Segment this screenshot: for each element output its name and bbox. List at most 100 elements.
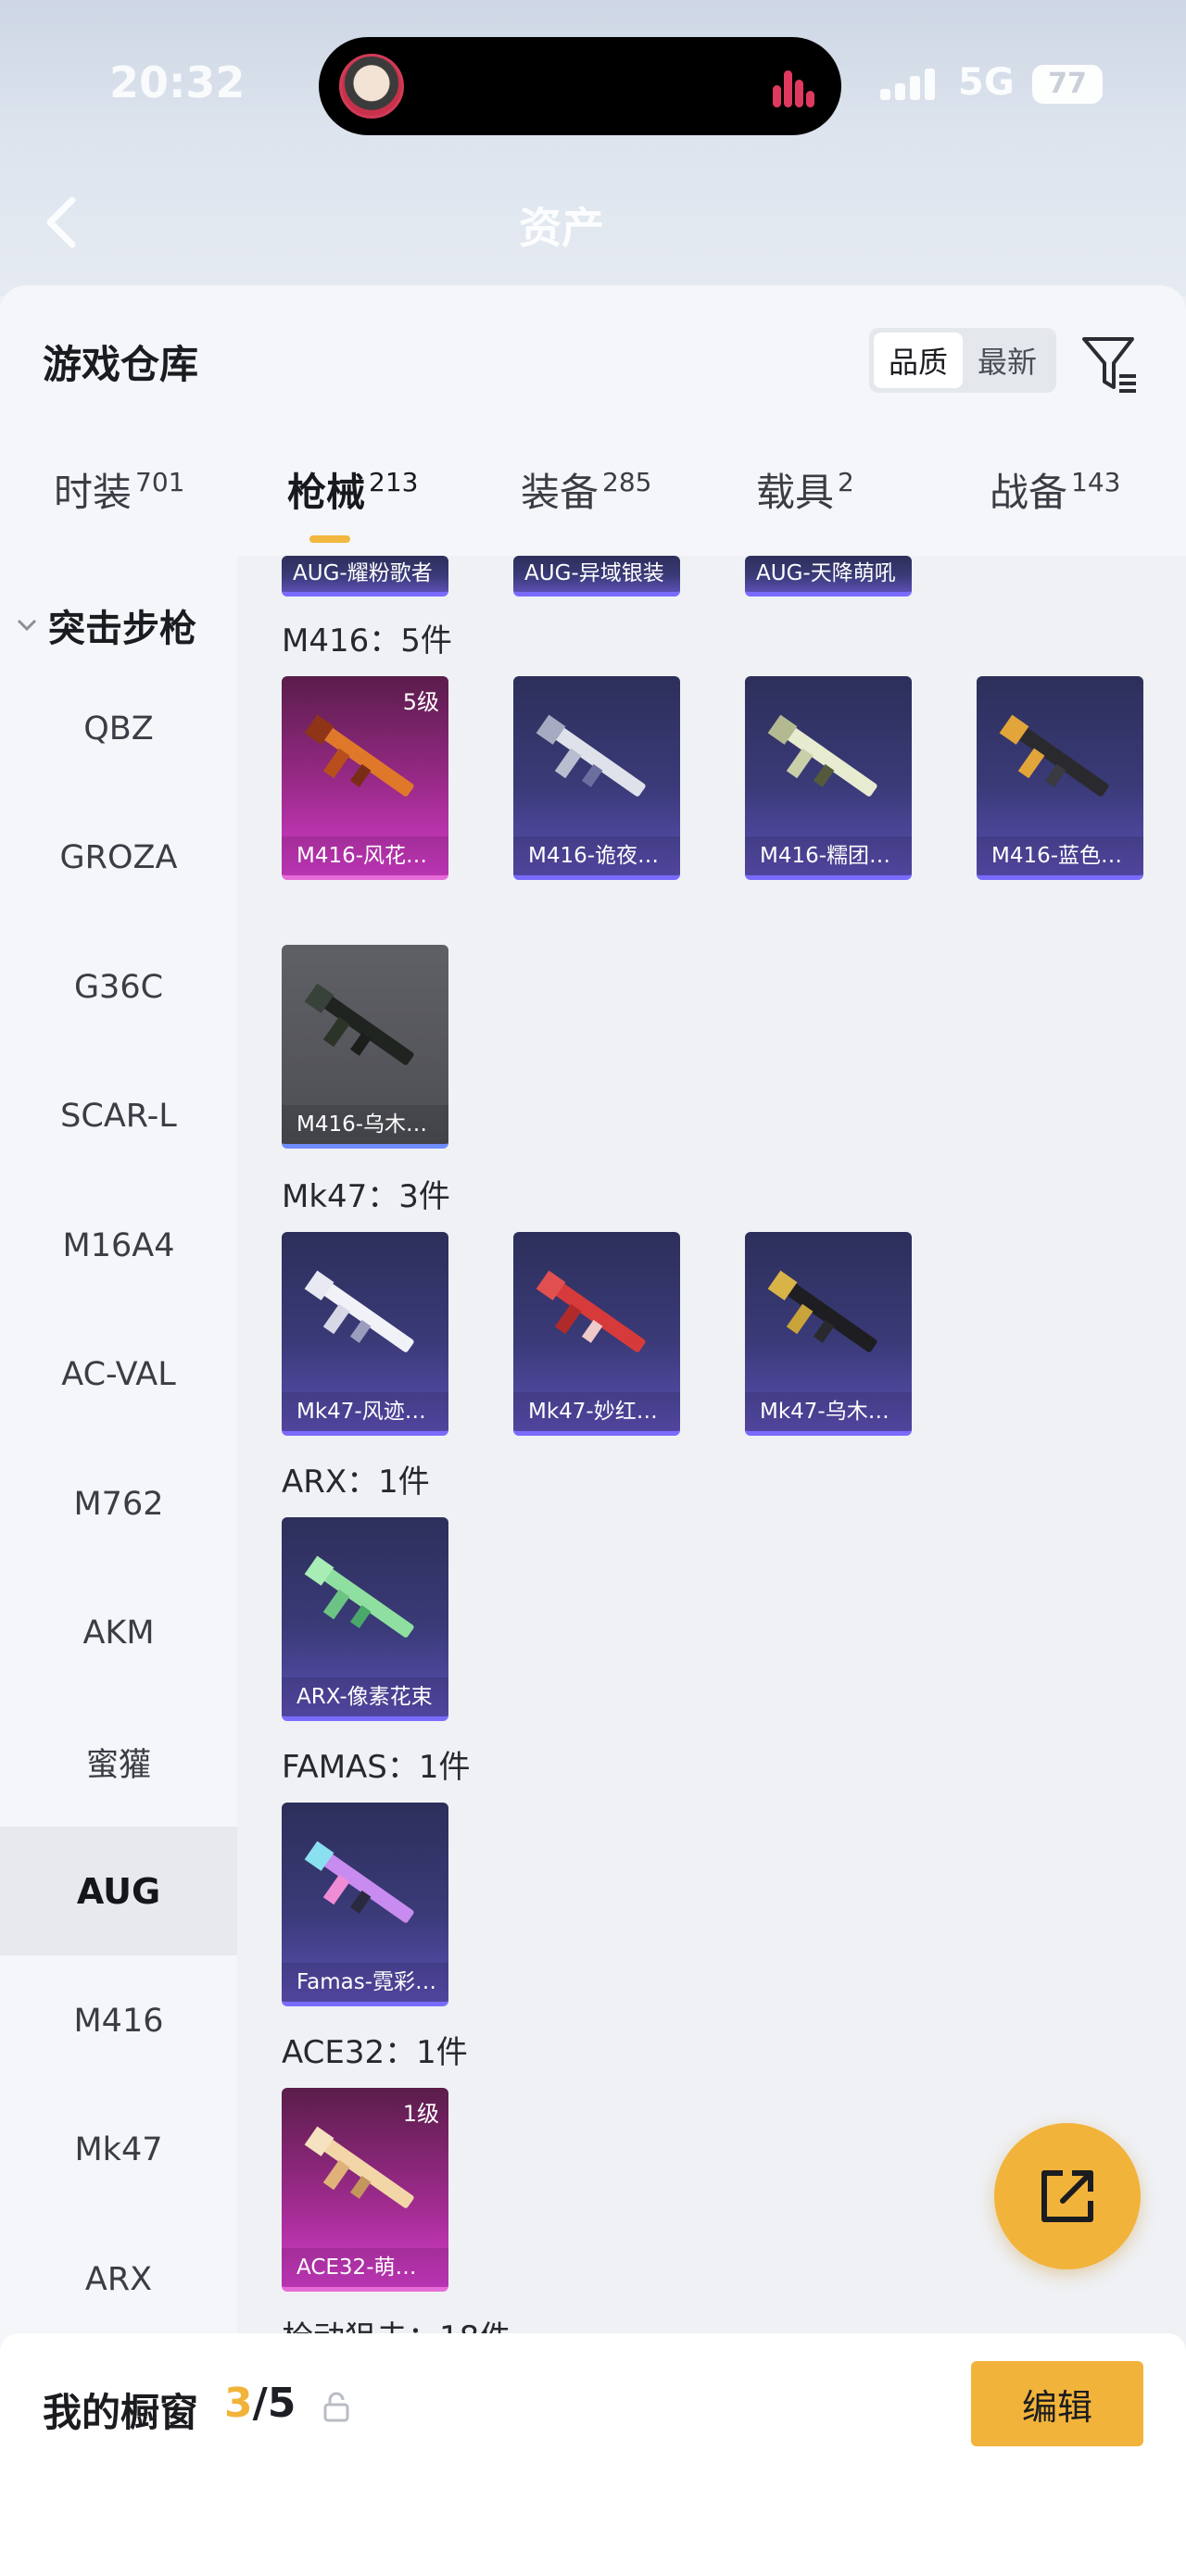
weapon-name: M416-糯团… xyxy=(745,836,912,875)
sidebar-item-arx[interactable]: ARX xyxy=(0,2215,237,2344)
tab-equipment[interactable]: 装备 285 xyxy=(521,461,651,554)
weapon-card[interactable]: Famas-霓彩… xyxy=(282,1803,448,2006)
rifle-icon xyxy=(304,1270,414,1352)
sidebar-item-m16a4[interactable]: M16A4 xyxy=(0,1181,237,1310)
tab-fashion[interactable]: 时装 701 xyxy=(54,461,184,554)
tab-label: 载具 xyxy=(756,470,835,515)
tab-count: 143 xyxy=(1071,467,1121,497)
tab-count: 2 xyxy=(838,467,854,497)
weapon-name: M416-诡夜… xyxy=(513,836,680,875)
rifle-icon xyxy=(767,1270,877,1352)
sidebar-item-g36c[interactable]: G36C xyxy=(0,923,237,1051)
external-link-icon xyxy=(1041,2170,1093,2222)
weapon-card[interactable]: M416-乌木… xyxy=(282,945,448,1149)
weapon-card[interactable]: 1级 ACE32-萌… xyxy=(282,2088,448,2292)
sheet-title: 游戏仓库 xyxy=(43,342,199,387)
weapon-card[interactable]: M416-诡夜… xyxy=(513,676,680,880)
battery-icon: 77 xyxy=(1032,65,1103,104)
weapon-name: M416-乌木… xyxy=(282,1105,448,1144)
weapon-name: Mk47-妙红… xyxy=(513,1392,680,1431)
rifle-icon xyxy=(304,714,414,797)
tab-vehicles[interactable]: 载具 2 xyxy=(756,461,854,554)
network-label: 5G xyxy=(958,61,1015,104)
rifle-icon xyxy=(304,2126,414,2208)
active-tab-indicator xyxy=(309,535,350,543)
nav-title: 资产 xyxy=(519,203,604,253)
showcase-count: 3/5 xyxy=(224,2380,296,2427)
sidebar-item-m762[interactable]: M762 xyxy=(0,1439,237,1568)
weapon-card[interactable]: M416-糯团… xyxy=(745,676,912,880)
showcase-bar: 我的橱窗 3/5 编辑 xyxy=(0,2333,1186,2576)
share-button[interactable] xyxy=(994,2123,1141,2269)
weapon-name: M416-风花… xyxy=(282,836,448,875)
sidebar-item-mk47[interactable]: Mk47 xyxy=(0,2085,237,2214)
rifle-icon xyxy=(767,714,877,797)
weapon-name: M416-蓝色… xyxy=(977,836,1143,875)
rifle-icon xyxy=(536,1270,646,1352)
weapon-card[interactable]: 5级 M416-风花… xyxy=(282,676,448,880)
tab-label: 战备 xyxy=(990,470,1068,515)
sidebar-item-akm[interactable]: AKM xyxy=(0,1568,237,1697)
sidebar-item-qbz[interactable]: QBZ xyxy=(0,664,237,793)
weapon-card[interactable]: ARX-像素花束 xyxy=(282,1517,448,1721)
weapon-card[interactable]: Mk47-风迹… xyxy=(282,1232,448,1436)
sidebar-group-assault-rifles[interactable]: 突击步枪 xyxy=(17,598,196,652)
tab-count: 285 xyxy=(602,467,652,497)
weapon-name: AUG-天降萌吼 xyxy=(756,561,896,585)
weapon-card[interactable]: AUG-天降萌吼 xyxy=(745,556,912,597)
weapon-card[interactable]: M416-蓝色… xyxy=(977,676,1143,880)
avatar xyxy=(339,54,404,119)
weapon-card[interactable]: Mk47-乌木… xyxy=(745,1232,912,1436)
category-tabs: 时装 701 枪械 213 装备 285 载具 2 战备 143 xyxy=(0,461,1186,554)
sort-toggle: 品质 最新 xyxy=(869,328,1056,393)
sort-latest-button[interactable]: 最新 xyxy=(963,333,1052,388)
sidebar-item-scar-l[interactable]: SCAR-L xyxy=(0,1051,237,1180)
sidebar-item-groza[interactable]: GROZA xyxy=(0,793,237,922)
tab-count: 701 xyxy=(135,467,185,497)
rifle-icon xyxy=(304,983,414,1065)
rifle-icon xyxy=(536,714,646,797)
dynamic-island[interactable] xyxy=(319,37,841,135)
sort-quality-button[interactable]: 品质 xyxy=(874,333,963,388)
section-title-mk47: Mk47：3件 xyxy=(282,1178,450,1215)
weapon-name: Mk47-风迹… xyxy=(282,1392,448,1431)
section-title-famas: FAMAS：1件 xyxy=(282,1749,471,1786)
tab-label: 时装 xyxy=(54,470,132,515)
section-title-arx: ARX：1件 xyxy=(282,1464,430,1501)
weapon-name: AUG-耀粉歌者 xyxy=(293,561,433,585)
filter-icon[interactable] xyxy=(1080,333,1140,395)
sidebar-group-label: 突击步枪 xyxy=(48,608,196,650)
sidebar-item-ac-val[interactable]: AC-VAL xyxy=(0,1310,237,1439)
rifle-icon xyxy=(304,1555,414,1638)
weapon-card[interactable]: AUG-异域银装 xyxy=(513,556,680,597)
chevron-down-icon xyxy=(17,619,37,632)
tab-label: 枪械 xyxy=(287,470,366,515)
chevron-left-icon[interactable] xyxy=(41,195,85,250)
tab-firearms[interactable]: 枪械 213 xyxy=(287,461,418,554)
audio-bars-icon xyxy=(773,65,814,107)
sidebar-item-aug[interactable]: AUG xyxy=(0,1827,237,1955)
weapon-card[interactable]: Mk47-妙红… xyxy=(513,1232,680,1436)
weapon-grid: AUG-耀粉歌者 AUG-异域银装 AUG-天降萌吼 M416：5件 5级 M4… xyxy=(237,556,1186,2371)
weapon-name: ARX-像素花束 xyxy=(282,1678,448,1716)
edit-button[interactable]: 编辑 xyxy=(971,2361,1143,2446)
sidebar-item-honey-badger[interactable]: 蜜獾 xyxy=(0,1698,237,1827)
weapon-card[interactable]: AUG-耀粉歌者 xyxy=(282,556,448,597)
status-and-nav-bar: 20:32 5G 77 资产 xyxy=(0,0,1186,296)
showcase-label: 我的橱窗 xyxy=(43,2390,199,2435)
rifle-icon xyxy=(304,1841,414,1923)
weapon-name: AUG-异域银装 xyxy=(524,561,664,585)
weapon-name: Mk47-乌木… xyxy=(745,1392,912,1431)
tab-label: 装备 xyxy=(521,470,599,515)
status-time: 20:32 xyxy=(109,57,246,107)
tab-count: 213 xyxy=(369,467,419,497)
tab-supplies[interactable]: 战备 143 xyxy=(990,461,1120,554)
section-title-ace32: ACE32：1件 xyxy=(282,2034,468,2071)
sidebar-item-m416[interactable]: M416 xyxy=(0,1956,237,2085)
showcase-current: 3 xyxy=(224,2380,253,2427)
weapon-name: ACE32-萌… xyxy=(282,2248,448,2287)
weapon-name: Famas-霓彩… xyxy=(282,1963,448,2002)
lock-icon xyxy=(323,2392,349,2422)
signal-icon xyxy=(880,67,945,100)
showcase-total: /5 xyxy=(252,2380,296,2427)
